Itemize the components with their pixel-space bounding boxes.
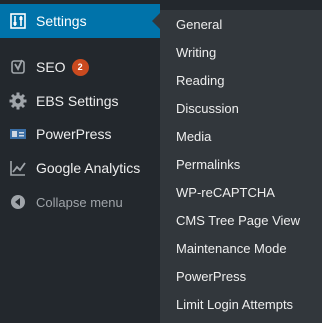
submenu-item-powerpress[interactable]: PowerPress [176,269,246,284]
submenu-item-permalinks[interactable]: Permalinks [176,157,240,172]
settings-submenu: General Writing Reading Discussion Media… [160,10,322,323]
menu-item-settings[interactable]: Settings [0,4,160,38]
gear-icon [0,91,36,111]
menu-item-powerpress[interactable]: PowerPress [0,119,160,149]
submenu-item-maintenance-mode[interactable]: Maintenance Mode [176,241,287,256]
podcast-icon [0,125,36,143]
seo-notification-badge: 2 [71,58,89,76]
yoast-icon [0,58,36,76]
menu-item-ebs-settings-label: EBS Settings [36,93,119,109]
menu-item-google-analytics[interactable]: Google Analytics [0,153,160,183]
submenu-item-writing[interactable]: Writing [176,45,216,60]
submenu-item-reading[interactable]: Reading [176,73,224,88]
admin-sidebar-menu: Settings SEO 2 EBS Settings PowerPress G… [0,0,160,323]
menu-item-seo-label: SEO [36,59,66,75]
collapse-arrow-icon [0,194,36,210]
active-menu-arrow [152,13,160,29]
collapse-menu-button[interactable]: Collapse menu [0,187,160,217]
submenu-item-cms-tree-page-view[interactable]: CMS Tree Page View [176,213,300,228]
menu-item-settings-label: Settings [36,13,87,29]
analytics-chart-icon [0,159,36,177]
menu-item-ebs-settings[interactable]: EBS Settings [0,86,160,116]
submenu-item-discussion[interactable]: Discussion [176,101,239,116]
submenu-item-wp-recaptcha[interactable]: WP-reCAPTCHA [176,185,275,200]
submenu-item-media[interactable]: Media [176,129,211,144]
menu-item-seo[interactable]: SEO 2 [0,52,160,82]
collapse-menu-label: Collapse menu [36,194,123,210]
submenu-item-general[interactable]: General [176,17,222,32]
menu-item-google-analytics-label: Google Analytics [36,160,141,176]
submenu-item-limit-login-attempts[interactable]: Limit Login Attempts [176,297,293,312]
menu-item-powerpress-label: PowerPress [36,126,112,142]
settings-sliders-icon [0,12,36,30]
